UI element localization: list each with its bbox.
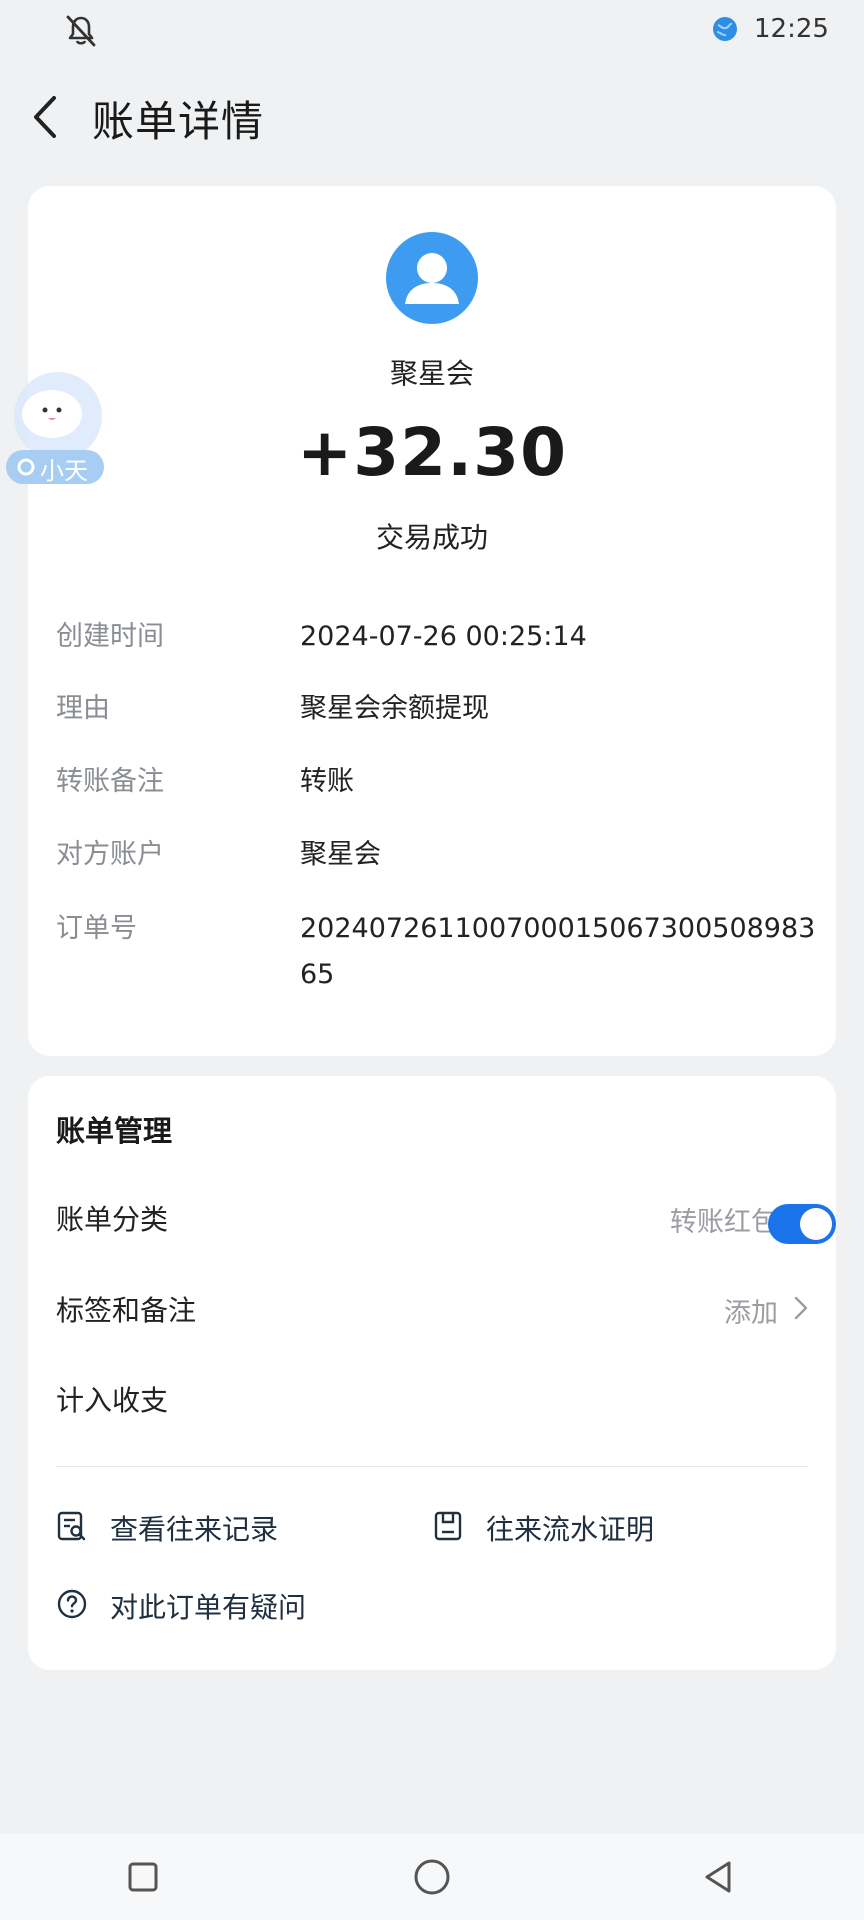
- status-bar: 12:25: [0, 0, 864, 62]
- merchant-avatar: [386, 232, 478, 324]
- tags-notes-row[interactable]: 标签和备注 添加: [28, 1271, 836, 1341]
- merchant-name: 聚星会: [389, 357, 474, 390]
- triangle-back-nav-icon[interactable]: [696, 1854, 742, 1900]
- view-records-button[interactable]: 查看往来记录: [56, 1504, 316, 1548]
- detail-value: 转账: [300, 766, 354, 797]
- notifications-off-icon: [66, 15, 96, 47]
- include-in-budget-row: 计入收支: [28, 1361, 836, 1431]
- circle-nav-icon[interactable]: [409, 1854, 455, 1900]
- toggle-knob: [800, 1208, 832, 1240]
- system-navigation-bar: [0, 1834, 864, 1920]
- bill-category-row[interactable]: 账单分类 转账红包: [28, 1180, 836, 1250]
- statement-proof-button[interactable]: 往来流水证明: [432, 1504, 692, 1548]
- header: 账单详情: [0, 80, 864, 154]
- square-nav-icon[interactable]: [120, 1854, 166, 1900]
- detail-value[interactable]: 20240726110070001506730050898365: [300, 906, 820, 998]
- detail-value: 2024-07-26 00:25:14: [300, 621, 587, 652]
- row-label: 计入收支: [56, 1384, 169, 1417]
- detail-label: 订单号: [56, 913, 137, 944]
- transaction-status: 交易成功: [375, 521, 488, 554]
- bill-category-value: 转账红包: [670, 1207, 778, 1238]
- tags-notes-value: 添加: [724, 1298, 778, 1329]
- records-search-icon: [57, 1511, 86, 1541]
- detail-value: 聚星会: [300, 839, 381, 870]
- include-in-budget-toggle[interactable]: [768, 1204, 836, 1244]
- divider: [56, 1466, 808, 1467]
- bill-management-card: 账单管理 账单分类 转账红包 标签和备注 添加 计入收支 查看往来记录 往来流水…: [28, 1076, 836, 1670]
- transaction-amount: +32.30: [296, 414, 568, 491]
- detail-value: 聚星会余额提现: [300, 693, 489, 724]
- status-time: 12:25: [754, 14, 829, 44]
- back-arrow-icon[interactable]: [28, 92, 64, 142]
- detail-label: 对方账户: [56, 839, 164, 870]
- detail-label: 转账备注: [56, 766, 164, 797]
- chevron-right-icon: [794, 1296, 808, 1320]
- floating-assistant[interactable]: 小天: [0, 370, 118, 488]
- user-avatar-icon: [405, 253, 459, 304]
- globe-icon: [713, 17, 737, 41]
- assistant-label: 小天: [40, 457, 88, 485]
- detail-label: 理由: [56, 693, 110, 724]
- detail-label: 创建时间: [56, 621, 164, 652]
- transaction-detail-card: 聚星会 +32.30 交易成功 创建时间 2024-07-26 00:25:14…: [28, 186, 836, 1056]
- order-question-button[interactable]: 对此订单有疑问: [56, 1582, 356, 1626]
- question-icon: [57, 1589, 87, 1619]
- view-records-label: 查看往来记录: [110, 1513, 279, 1546]
- page-title: 账单详情: [92, 97, 265, 146]
- row-label: 账单分类: [56, 1203, 169, 1236]
- statement-proof-label: 往来流水证明: [486, 1513, 655, 1546]
- row-label: 标签和备注: [56, 1294, 197, 1327]
- section-title: 账单管理: [56, 1114, 173, 1148]
- order-question-label: 对此订单有疑问: [110, 1591, 307, 1624]
- document-icon: [434, 1511, 462, 1541]
